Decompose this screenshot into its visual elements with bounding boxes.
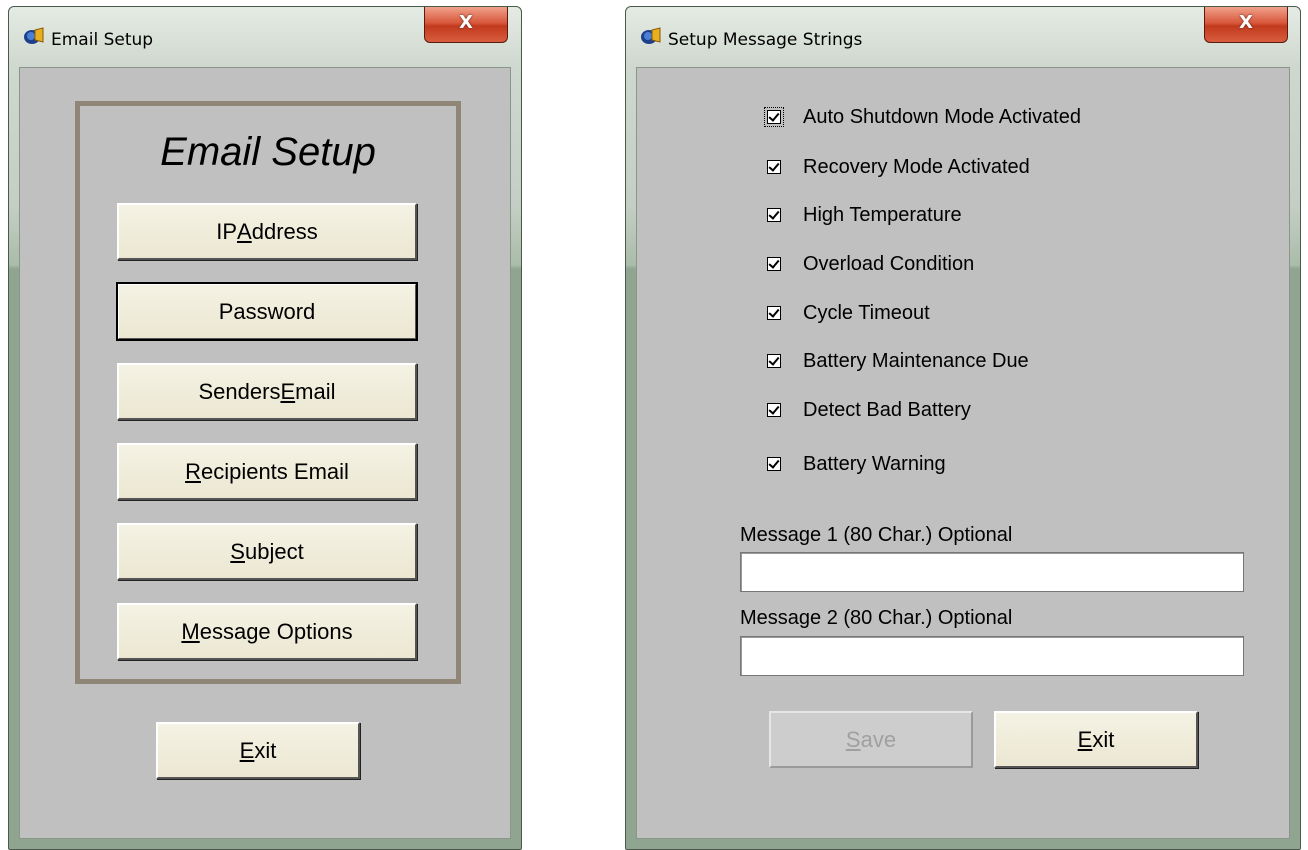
button-label-rest: ecipients Email bbox=[200, 458, 349, 484]
checkbox-high-temperature[interactable]: High Temperature bbox=[767, 202, 962, 228]
page-title: Email Setup bbox=[160, 130, 376, 174]
checkbox-checked-icon[interactable] bbox=[767, 457, 781, 471]
mnemonic: E bbox=[1077, 726, 1093, 752]
button-label-rest: xit bbox=[254, 737, 277, 763]
mnemonic: M bbox=[181, 618, 200, 644]
mnemonic: S bbox=[845, 726, 861, 752]
exit-button[interactable]: Exit bbox=[994, 711, 1198, 768]
client-area: Auto Shutdown Mode Activated Recovery Mo… bbox=[636, 67, 1290, 839]
close-button[interactable]: X bbox=[1204, 7, 1288, 43]
checkbox-label: Battery Warning bbox=[803, 452, 946, 475]
options-frame: Email Setup IP Address Password Senders … bbox=[75, 101, 461, 684]
button-label-rest: ddress bbox=[251, 218, 318, 244]
app-icon bbox=[641, 27, 661, 44]
password-button[interactable]: Password bbox=[116, 282, 418, 341]
button-label-rest: ubject bbox=[244, 538, 304, 564]
checkbox-checked-icon[interactable] bbox=[764, 107, 784, 127]
message1-label: Message 1 (80 Char.) Optional bbox=[740, 524, 1013, 546]
checkbox-label: Auto Shutdown Mode Activated bbox=[803, 105, 1081, 128]
button-label: Password bbox=[218, 298, 316, 324]
checkbox-checked-icon[interactable] bbox=[767, 160, 781, 174]
checkbox-cycle-timeout[interactable]: Cycle Timeout bbox=[767, 300, 930, 326]
subject-button[interactable]: Subject bbox=[117, 523, 417, 580]
checkbox-label: Battery Maintenance Due bbox=[803, 349, 1029, 372]
client-area: Email Setup IP Address Password Senders … bbox=[19, 67, 511, 839]
recipients-email-button[interactable]: Recipients Email bbox=[117, 443, 417, 500]
checkbox-label: Detect Bad Battery bbox=[803, 398, 971, 421]
app-icon bbox=[24, 27, 44, 44]
senders-email-button[interactable]: Senders Email bbox=[117, 363, 417, 420]
mnemonic: A bbox=[237, 218, 252, 244]
checkbox-overload-condition[interactable]: Overload Condition bbox=[767, 251, 974, 277]
checkbox-label: High Temperature bbox=[803, 203, 962, 226]
save-button[interactable]: Save bbox=[769, 711, 973, 768]
button-label-rest: mail bbox=[295, 378, 336, 404]
message2-input[interactable] bbox=[740, 636, 1244, 676]
email-setup-window: Email Setup X Email Setup IP Address Pas… bbox=[8, 6, 522, 850]
title-bar[interactable]: Setup Message Strings X bbox=[626, 7, 1300, 65]
checkbox-battery-maintenance[interactable]: Battery Maintenance Due bbox=[767, 348, 1029, 374]
mnemonic: S bbox=[230, 538, 245, 564]
checkbox-checked-icon[interactable] bbox=[767, 403, 781, 417]
checkbox-recovery-mode[interactable]: Recovery Mode Activated bbox=[767, 154, 1030, 180]
mnemonic: E bbox=[280, 378, 296, 404]
button-label-rest: xit bbox=[1092, 726, 1115, 752]
checkbox-checked-icon[interactable] bbox=[767, 208, 781, 222]
checkbox-label: Recovery Mode Activated bbox=[803, 155, 1030, 178]
checkbox-label: Cycle Timeout bbox=[803, 301, 930, 324]
button-label: Senders bbox=[198, 378, 281, 404]
checkbox-label: Overload Condition bbox=[803, 252, 975, 275]
mnemonic: E bbox=[239, 737, 255, 763]
button-label-rest: ave bbox=[860, 726, 897, 752]
exit-button[interactable]: Exit bbox=[156, 722, 360, 779]
checkbox-checked-icon[interactable] bbox=[767, 306, 781, 320]
message-strings-window: Setup Message Strings X Auto Shutdown Mo… bbox=[625, 6, 1301, 850]
window-title: Setup Message Strings bbox=[668, 30, 863, 50]
ip-address-button[interactable]: IP Address bbox=[117, 203, 417, 260]
window-title: Email Setup bbox=[51, 30, 154, 50]
button-label-rest: essage Options bbox=[199, 618, 353, 644]
button-label: IP bbox=[216, 218, 238, 244]
mnemonic: R bbox=[185, 458, 201, 484]
checkbox-auto-shutdown[interactable]: Auto Shutdown Mode Activated bbox=[764, 104, 1081, 130]
title-bar[interactable]: Email Setup X bbox=[9, 7, 521, 65]
message1-input[interactable] bbox=[740, 552, 1244, 592]
checkbox-checked-icon[interactable] bbox=[767, 354, 781, 368]
close-button[interactable]: X bbox=[424, 7, 508, 43]
message2-label: Message 2 (80 Char.) Optional bbox=[740, 607, 1013, 629]
checkbox-detect-bad-battery[interactable]: Detect Bad Battery bbox=[767, 397, 971, 423]
checkbox-checked-icon[interactable] bbox=[767, 257, 781, 271]
checkbox-battery-warning[interactable]: Battery Warning bbox=[767, 451, 946, 477]
message-options-button[interactable]: Message Options bbox=[117, 603, 417, 660]
